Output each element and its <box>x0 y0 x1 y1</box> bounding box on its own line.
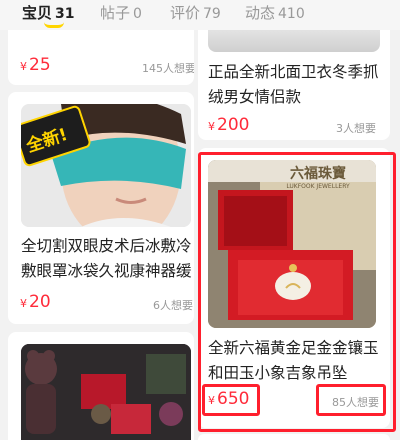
new-badge-label: 全新! <box>24 124 71 157</box>
item-image <box>21 344 191 440</box>
item-card[interactable]: 全新! 全切割双眼皮术后冰敷冷敷眼罩冰袋久视康神器缓 ¥20 6人想要 <box>8 92 194 324</box>
item-want-count: 145人想要 <box>142 62 194 75</box>
item-card[interactable] <box>8 332 194 440</box>
highlight-box-want <box>316 384 386 416</box>
tab-activity-count: 410 <box>278 6 305 22</box>
toys-photo <box>21 344 191 440</box>
tab-posts-label: 帖子 <box>100 4 131 22</box>
highlight-box-price <box>202 384 260 416</box>
currency-symbol: ¥ <box>20 297 27 310</box>
tab-items-label: 宝贝 <box>22 4 53 22</box>
active-tab-indicator <box>44 22 64 28</box>
tab-activity-label: 动态 <box>245 4 276 22</box>
item-price-value: 25 <box>29 55 51 75</box>
tab-items[interactable]: 宝贝 31 <box>22 2 75 23</box>
item-image <box>208 30 380 52</box>
tab-bar: 宝贝 31 帖子 0 评价 79 动态 410 <box>0 0 400 30</box>
tab-reviews[interactable]: 评价 79 <box>170 2 221 23</box>
tab-activity[interactable]: 动态 410 <box>245 2 305 23</box>
tab-posts[interactable]: 帖子 0 <box>100 2 142 23</box>
item-want-count: 3人想要 <box>336 122 376 135</box>
item-price-value: 200 <box>217 115 250 135</box>
item-price: ¥200 <box>208 115 249 135</box>
currency-symbol: ¥ <box>20 60 27 73</box>
item-want-count: 6人想要 <box>153 299 193 312</box>
currency-symbol: ¥ <box>208 120 215 133</box>
item-image: 全新! <box>21 104 191 227</box>
tab-items-count: 31 <box>55 6 75 22</box>
item-card[interactable]: ¥25 145人想要 <box>8 30 194 85</box>
item-price: ¥20 <box>20 292 51 312</box>
tab-reviews-count: 79 <box>203 6 221 22</box>
item-price-value: 20 <box>29 292 51 312</box>
item-title: 全切割双眼皮术后冰敷冷敷眼罩冰袋久视康神器缓 <box>21 237 192 280</box>
item-card[interactable] <box>198 434 390 440</box>
item-card[interactable]: 正品全新北面卫衣冬季抓绒男女情侣款 ¥200 3人想要 <box>198 30 390 140</box>
tab-reviews-label: 评价 <box>170 4 201 22</box>
item-price: ¥25 <box>20 55 51 75</box>
item-title: 正品全新北面卫衣冬季抓绒男女情侣款 <box>208 63 379 106</box>
tab-posts-count: 0 <box>133 6 142 22</box>
